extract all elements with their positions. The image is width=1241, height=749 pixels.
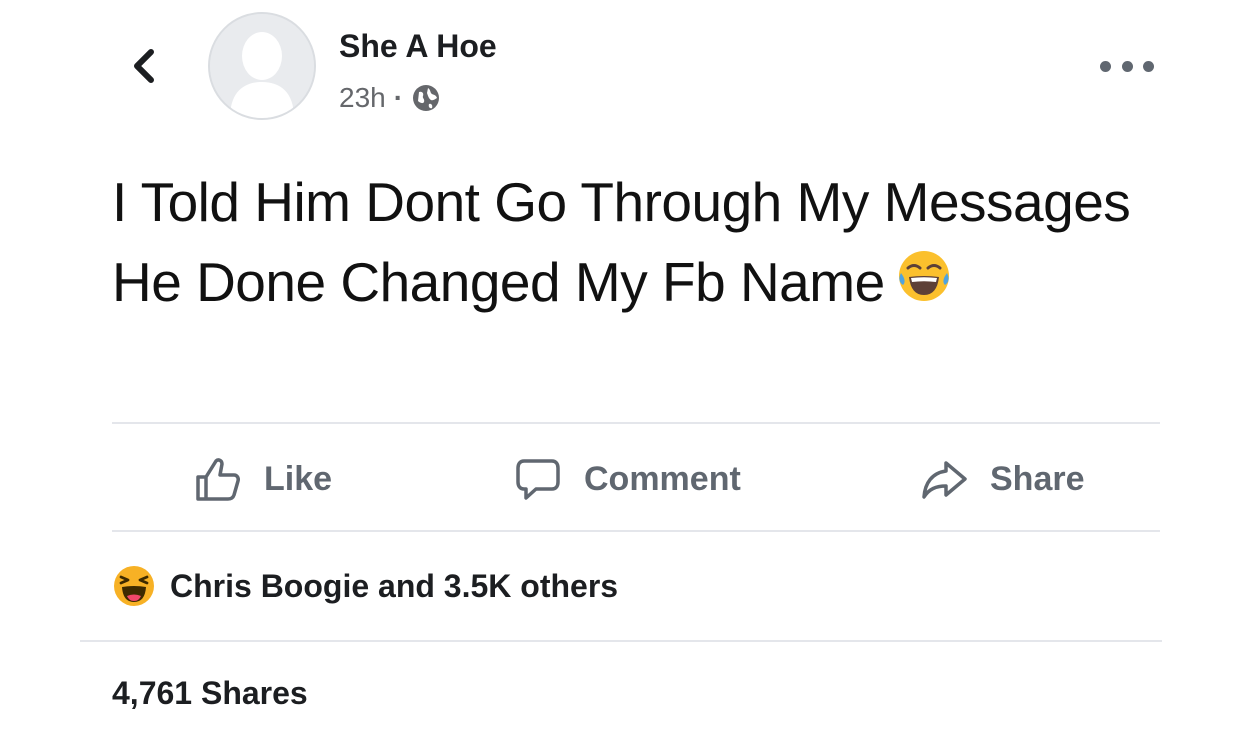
post-header: She A Hoe 23h ·: [0, 0, 1241, 140]
more-dot-icon: [1100, 60, 1111, 72]
author-name[interactable]: She A Hoe: [339, 28, 497, 65]
chevron-left-icon: [134, 49, 154, 83]
globe-icon: [413, 85, 440, 111]
more-dot-icon: [1121, 60, 1133, 72]
meta-separator: ·: [393, 82, 404, 113]
more-options-button[interactable]: [1100, 56, 1154, 76]
share-arrow-icon: [922, 461, 967, 499]
comment-icon: [516, 459, 560, 500]
post-message: I Told Him Dont Go Through My Messages H…: [112, 162, 1172, 326]
divider: [112, 422, 1160, 424]
action-bar: Like Comment Share: [112, 428, 1160, 530]
comment-label: Comment: [584, 459, 741, 498]
comment-button[interactable]: Comment: [514, 428, 741, 530]
default-profile-icon: [210, 14, 314, 118]
thumbs-up-icon: [196, 458, 240, 501]
post-time[interactable]: 23h: [339, 82, 386, 114]
reactions-summary[interactable]: Chris Boogie and 3.5K others: [112, 560, 618, 612]
like-label: Like: [264, 459, 333, 498]
share-button[interactable]: Share: [920, 428, 1085, 530]
haha-reaction-icon: [114, 566, 154, 606]
more-dot-icon: [1143, 60, 1154, 72]
like-button[interactable]: Like: [194, 428, 332, 530]
divider: [80, 640, 1162, 642]
back-button[interactable]: [124, 44, 164, 88]
divider: [112, 530, 1160, 532]
avatar[interactable]: [208, 12, 316, 120]
post-meta: 23h ·: [339, 80, 441, 116]
share-label: Share: [990, 459, 1085, 498]
laughing-emoji-icon: [895, 246, 953, 326]
reactions-label: Chris Boogie and 3.5K others: [170, 567, 619, 604]
post-text: I Told Him Dont Go Through My Messages H…: [112, 171, 1131, 313]
shares-count[interactable]: 4,761 Shares: [112, 675, 308, 712]
